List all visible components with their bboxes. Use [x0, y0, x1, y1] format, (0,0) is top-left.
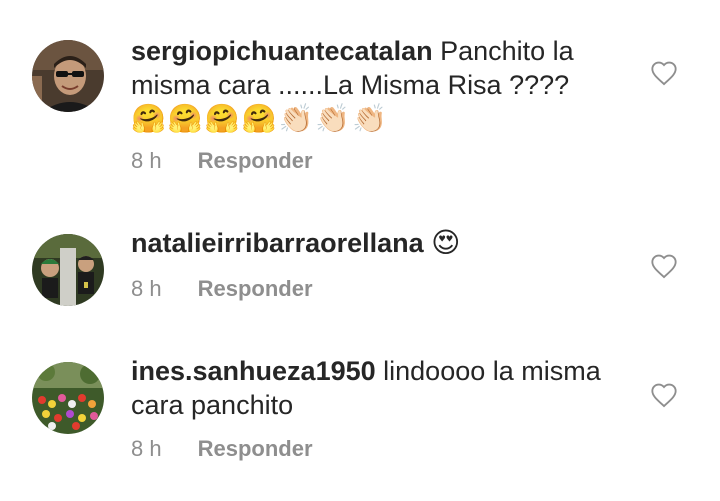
comment-body: sergiopichuantecatalan Panchito la misma… — [131, 34, 601, 136]
comment-meta: 8 h Responder — [131, 436, 313, 462]
avatar-image — [32, 362, 104, 434]
heart-outline-icon[interactable] — [650, 60, 678, 86]
avatar-image — [32, 40, 104, 112]
comment-body: ines.sanhueza1950 lindoooo la misma cara… — [131, 354, 601, 422]
hugging-face-emoji: 🤗 — [167, 102, 203, 135]
hugging-face-emoji: 🤗 — [241, 102, 277, 135]
comment-meta: 8 h Responder — [131, 276, 313, 302]
clapping-hands-emoji: 👏🏻 — [278, 102, 314, 135]
heart-outline-icon[interactable] — [650, 382, 678, 408]
reply-button[interactable]: Responder — [198, 436, 313, 462]
heart-outline-icon[interactable] — [650, 253, 678, 279]
comment-username[interactable]: sergiopichuantecatalan — [131, 36, 433, 66]
comment-timestamp: 8 h — [131, 148, 162, 173]
comment-username[interactable]: natalieirribarraorellana — [131, 228, 424, 258]
avatar-image — [32, 234, 104, 306]
heart-eyes-emoji: 😍 — [431, 226, 461, 259]
avatar[interactable] — [32, 40, 104, 112]
reply-button[interactable]: Responder — [198, 148, 313, 174]
emoji-row: 🤗 🤗 🤗 🤗 👏🏻 👏🏻 👏🏻 — [131, 102, 601, 136]
avatar[interactable] — [32, 362, 104, 434]
reply-button[interactable]: Responder — [198, 276, 313, 302]
comment-username[interactable]: ines.sanhueza1950 — [131, 356, 376, 386]
clapping-hands-emoji: 👏🏻 — [352, 102, 388, 135]
clapping-hands-emoji: 👏🏻 — [315, 102, 351, 135]
hugging-face-emoji: 🤗 — [204, 102, 240, 135]
comment-timestamp: 8 h — [131, 276, 162, 301]
hugging-face-emoji: 🤗 — [131, 102, 166, 135]
comment-body: natalieirribarraorellana 😍 — [131, 226, 601, 260]
avatar[interactable] — [32, 234, 104, 306]
comment-meta: 8 h Responder — [131, 148, 313, 174]
comment-timestamp: 8 h — [131, 436, 162, 461]
